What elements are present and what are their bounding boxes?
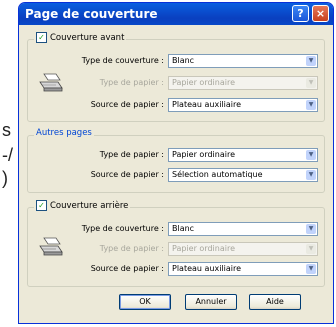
other-paper-source-select[interactable]: Sélection automatique ▼ — [168, 168, 318, 182]
title-bar[interactable]: Page de couverture ? × — [19, 3, 333, 25]
front-paper-type-row: Type de papier : Papier ordinaire ▼ — [28, 76, 324, 90]
front-cover-legend[interactable]: ✓ Couverture avant — [34, 32, 127, 43]
front-cover-type-value: Blanc — [172, 56, 195, 65]
back-cover-type-value: Blanc — [172, 224, 195, 233]
back-paper-type-value: Papier ordinaire — [172, 244, 235, 253]
back-cover-type-select[interactable]: Blanc ▼ — [168, 222, 318, 236]
background-fragment: ) — [2, 168, 8, 188]
background-fragment: -/ — [2, 145, 13, 165]
help-button[interactable]: Aide — [249, 294, 301, 310]
front-cover-type-row: Type de couverture : Blanc ▼ — [28, 54, 324, 68]
chevron-down-icon: ▼ — [306, 78, 316, 88]
chevron-down-icon[interactable]: ▼ — [306, 264, 316, 274]
other-paper-source-label: Source de papier : — [90, 170, 164, 179]
front-cover-type-select[interactable]: Blanc ▼ — [168, 54, 318, 68]
back-paper-type-row: Type de papier : Papier ordinaire ▼ — [28, 242, 324, 256]
background-document-text: s -/ ) — [0, 0, 20, 327]
other-paper-type-row: Type de papier : Papier ordinaire ▼ — [28, 148, 324, 162]
chevron-down-icon[interactable]: ▼ — [306, 170, 316, 180]
other-paper-source-value: Sélection automatique — [172, 170, 263, 179]
chevron-down-icon[interactable]: ▼ — [306, 56, 316, 66]
back-cover-checkbox-label: Couverture arrière — [50, 200, 129, 211]
back-paper-source-value: Plateau auxiliaire — [172, 264, 242, 273]
dialog-title: Page de couverture — [25, 7, 158, 21]
front-paper-source-label: Source de papier : — [90, 100, 164, 109]
chevron-down-icon: ▼ — [306, 244, 316, 254]
chevron-down-icon[interactable]: ▼ — [306, 224, 316, 234]
back-cover-group: ✓ Couverture arrière Type de couverture … — [27, 200, 325, 287]
help-icon[interactable]: ? — [292, 5, 309, 22]
back-cover-legend[interactable]: ✓ Couverture arrière — [34, 200, 131, 211]
other-paper-type-value: Papier ordinaire — [172, 150, 235, 159]
front-paper-type-select: Papier ordinaire ▼ — [168, 76, 318, 90]
cover-page-dialog: Page de couverture ? × ✓ Couverture avan… — [18, 2, 334, 324]
other-pages-group: Autres pages Type de papier : Papier ord… — [27, 128, 325, 193]
chevron-down-icon[interactable]: ▼ — [306, 150, 316, 160]
front-paper-type-label: Type de papier : — [99, 78, 164, 87]
other-paper-type-label: Type de papier : — [99, 150, 164, 159]
back-paper-source-label: Source de papier : — [90, 264, 164, 273]
front-paper-source-select[interactable]: Plateau auxiliaire ▼ — [168, 98, 318, 112]
back-paper-source-select[interactable]: Plateau auxiliaire ▼ — [168, 262, 318, 276]
back-paper-source-row: Source de papier : Plateau auxiliaire ▼ — [28, 262, 324, 276]
back-cover-type-label: Type de couverture : — [81, 224, 164, 233]
close-icon[interactable]: × — [312, 5, 329, 22]
front-paper-source-value: Plateau auxiliaire — [172, 100, 242, 109]
back-paper-type-select: Papier ordinaire ▼ — [168, 242, 318, 256]
back-cover-type-row: Type de couverture : Blanc ▼ — [28, 222, 324, 236]
front-paper-type-value: Papier ordinaire — [172, 78, 235, 87]
front-cover-checkbox[interactable]: ✓ — [36, 32, 47, 43]
front-cover-group: ✓ Couverture avant Type de couverture : … — [27, 32, 325, 122]
other-paper-type-select[interactable]: Papier ordinaire ▼ — [168, 148, 318, 162]
front-cover-type-label: Type de couverture : — [81, 56, 164, 65]
front-paper-source-row: Source de papier : Plateau auxiliaire ▼ — [28, 98, 324, 112]
back-paper-type-label: Type de papier : — [99, 244, 164, 253]
front-cover-checkbox-label: Couverture avant — [50, 32, 125, 43]
other-pages-legend: Autres pages — [34, 128, 94, 138]
cancel-button[interactable]: Annuler — [185, 294, 237, 310]
ok-button[interactable]: OK — [119, 294, 171, 310]
back-cover-checkbox[interactable]: ✓ — [36, 200, 47, 211]
background-fragment: s — [2, 120, 11, 140]
other-paper-source-row: Source de papier : Sélection automatique… — [28, 168, 324, 182]
chevron-down-icon[interactable]: ▼ — [306, 100, 316, 110]
